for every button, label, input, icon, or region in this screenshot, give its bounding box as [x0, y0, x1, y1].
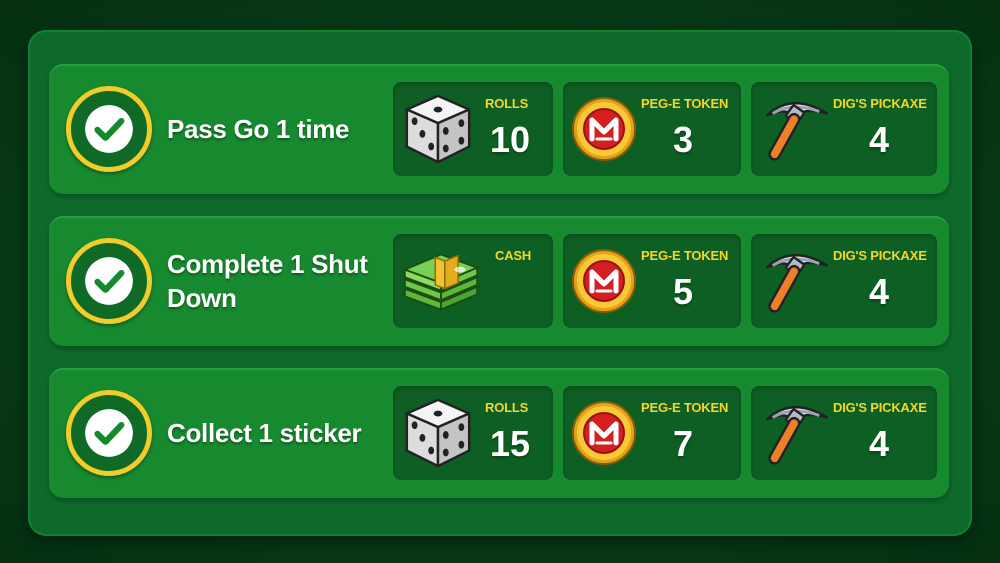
reward-rolls: ROLLS 10	[393, 82, 553, 176]
reward-value: 7	[672, 423, 694, 464]
reward-digs-pickaxe: DIG'S PICKAXE 4	[751, 386, 937, 480]
checkmark-badge-icon	[66, 86, 152, 172]
checkmark-badge-icon	[66, 238, 152, 324]
reward-rolls: ROLLS 15	[393, 386, 553, 480]
reward-label: PEG-E TOKEN	[641, 248, 729, 263]
reward-label: PEG-E TOKEN	[641, 96, 729, 111]
reward-value: 4	[868, 119, 890, 160]
peg-e-token-icon	[571, 400, 637, 466]
mission-row: Complete 1 Shut Down CASH PEG-E TOKEN 5 …	[49, 216, 949, 346]
cash-stack-icon	[401, 252, 481, 314]
pickaxe-icon	[763, 398, 831, 466]
peg-e-token-icon	[571, 96, 637, 162]
mission-row: Pass Go 1 time ROLLS 10 PEG-E TOKEN 3 DI…	[49, 64, 949, 194]
reward-label: DIG'S PICKAXE	[833, 248, 927, 263]
reward-value: 10	[489, 119, 531, 160]
reward-value: 5	[672, 271, 694, 312]
reward-label: ROLLS	[485, 400, 529, 415]
dice-icon	[401, 396, 475, 470]
reward-digs-pickaxe: DIG'S PICKAXE 4	[751, 82, 937, 176]
reward-label: ROLLS	[485, 96, 529, 111]
missions-panel: Pass Go 1 time ROLLS 10 PEG-E TOKEN 3 DI…	[28, 30, 972, 536]
peg-e-token-icon	[571, 248, 637, 314]
reward-value: 3	[672, 119, 694, 160]
pickaxe-icon	[763, 246, 831, 314]
reward-value: 4	[868, 271, 890, 312]
reward-value: 15	[489, 423, 531, 464]
reward-peg-e-token: PEG-E TOKEN 3	[563, 82, 741, 176]
reward-cash: CASH	[393, 234, 553, 328]
reward-label: PEG-E TOKEN	[641, 400, 729, 415]
mission-task-label: Complete 1 Shut Down	[167, 249, 368, 313]
mission-row: Collect 1 sticker ROLLS 15 PEG-E TOKEN 7…	[49, 368, 949, 498]
dice-icon	[401, 92, 475, 166]
pickaxe-icon	[763, 94, 831, 162]
mission-task-label: Collect 1 sticker	[167, 418, 362, 448]
reward-peg-e-token: PEG-E TOKEN 5	[563, 234, 741, 328]
reward-peg-e-token: PEG-E TOKEN 7	[563, 386, 741, 480]
reward-value: 4	[868, 423, 890, 464]
checkmark-badge-icon	[66, 390, 152, 476]
reward-label: DIG'S PICKAXE	[833, 400, 927, 415]
reward-label: DIG'S PICKAXE	[833, 96, 927, 111]
mission-task-label: Pass Go 1 time	[167, 114, 350, 144]
reward-label: CASH	[495, 248, 532, 263]
reward-digs-pickaxe: DIG'S PICKAXE 4	[751, 234, 937, 328]
